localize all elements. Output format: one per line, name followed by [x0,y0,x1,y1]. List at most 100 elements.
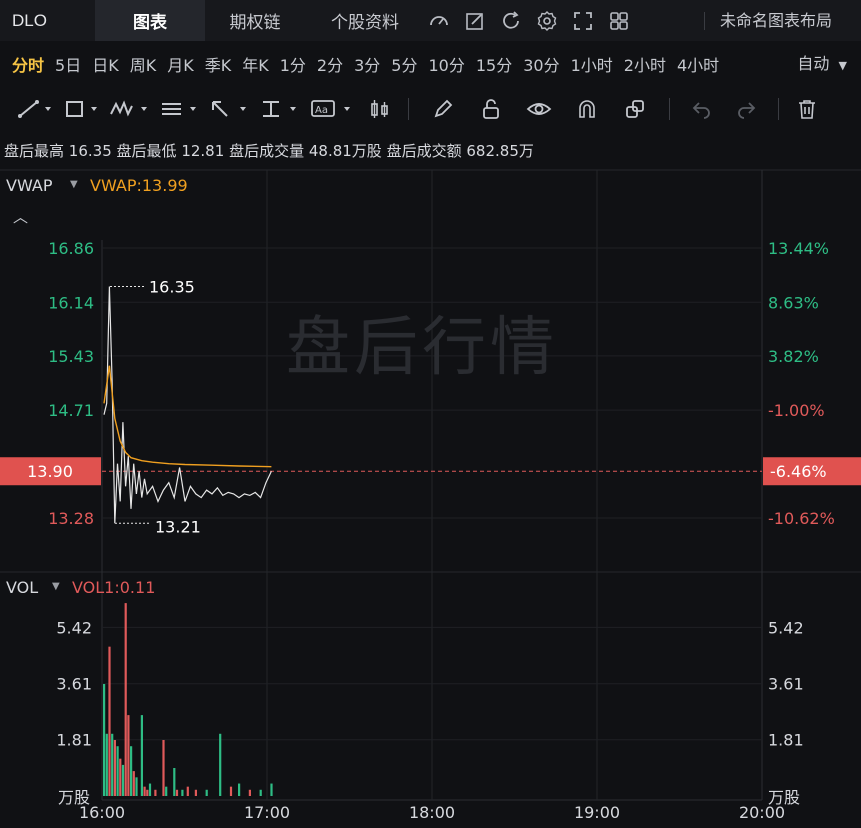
tab-stock-profile[interactable]: 个股资料 [305,0,425,41]
scale-mode-label: 自动 [797,54,830,73]
period-13[interactable]: 30分 [523,52,559,76]
low-label: 盘后最低 [116,142,177,160]
volume-bar-17 [154,789,157,796]
price-tick-left-2: 15.43 [48,347,94,366]
edit-icon[interactable] [457,0,493,41]
current-pct-badge [763,457,861,486]
volume-bar-14 [143,786,146,796]
price-indicator-name[interactable]: VWAP [6,176,52,195]
high-label: 盘后最高 [4,142,65,160]
stock-symbol[interactable]: DLO [0,11,95,31]
current-price-badge [0,457,101,486]
line-tool-icon[interactable] [14,89,60,129]
scale-mode-select[interactable]: 自动 ▼ [797,41,847,87]
volume-bar-29 [248,789,251,796]
volume-indicator-name[interactable]: VOL [6,578,38,597]
volume-bar-3 [111,733,114,796]
svg-text:Aa: Aa [315,105,328,116]
volume-bar-27 [229,786,233,796]
period-0[interactable]: 分时 [12,52,44,76]
price-tick-right-0: 13.44% [768,239,829,258]
volume-bar-7 [121,764,125,796]
vol-tick-right-2: 1.81 [768,731,804,750]
refresh-icon[interactable] [493,0,529,41]
volume-bar-19 [165,786,168,796]
wave-tool-icon[interactable] [106,89,156,129]
tab-options-chain[interactable]: 期权链 [205,0,305,41]
gauge-icon[interactable] [421,0,457,41]
volume-bar-24 [194,789,197,796]
collapse-panel-icon[interactable]: ︿ [13,206,28,227]
undo-icon[interactable] [680,89,724,129]
high-value: 16.35 [68,142,112,160]
volume-bar-2 [108,646,111,796]
fullscreen-icon[interactable] [565,0,601,41]
chevron-down-icon[interactable]: ▼ [52,581,60,592]
low-value: 12.81 [181,142,225,160]
volume-bar-5 [116,746,119,796]
period-5[interactable]: 季K [205,52,232,76]
candle-tool-icon[interactable] [362,89,398,129]
period-1[interactable]: 5日 [55,52,81,76]
volume-bar-23 [186,786,189,796]
after-hours-stats: 盘后最高 16.35 盘后最低 12.81 盘后成交量 48.81万股 盘后成交… [4,140,534,161]
current-price-text: 13.90 [27,462,73,481]
time-tick-0: 16:00 [79,803,125,822]
text-position-icon[interactable] [256,89,306,129]
clone-icon[interactable] [611,89,659,129]
price-tick-left-1: 16.14 [48,293,94,312]
drawing-toolbar: Aa [0,89,861,129]
text-annotation-icon[interactable]: Aa [306,89,362,129]
volume-bar-11 [132,771,135,796]
vol-unit-right: 万股 [768,788,800,807]
unlock-icon[interactable] [467,89,515,129]
pen-icon[interactable] [419,89,467,129]
vol-tick-left-0: 5.42 [56,618,92,637]
period-10[interactable]: 5分 [391,52,417,76]
period-6[interactable]: 年K [242,52,269,76]
period-7[interactable]: 1分 [280,52,306,76]
tab-chart[interactable]: 图表 [95,0,205,41]
period-12[interactable]: 15分 [476,52,512,76]
period-4[interactable]: 月K [167,52,194,76]
volume-bar-13 [140,715,143,796]
chevron-down-icon[interactable]: ▼ [70,179,78,190]
time-tick-3: 19:00 [574,803,620,822]
period-14[interactable]: 1小时 [571,52,613,76]
settings-icon[interactable] [529,0,565,41]
amount-value: 682.85万 [466,142,534,160]
arrow-tool-icon[interactable] [206,89,256,129]
period-3[interactable]: 周K [130,52,157,76]
period-bar: 分时 5日 日K 周K 月K 季K 年K 1分 2分 3分 5分 10分 15分 30分 1小时 2小时 4小时 [0,41,861,87]
volume-label: 盘后成交量 [229,142,305,160]
vol-value: VOL1:0.11 [72,578,156,597]
redo-icon[interactable] [724,89,768,129]
volume-bar-15 [146,789,149,796]
period-15[interactable]: 2小时 [624,52,666,76]
volume-bar-31 [270,783,273,796]
rect-tool-icon[interactable] [60,89,106,129]
watermark: 盘后行情 [286,311,558,385]
period-11[interactable]: 10分 [428,52,464,76]
period-8[interactable]: 2分 [317,52,343,76]
trash-icon[interactable] [789,89,825,129]
layout-grid-icon[interactable] [601,0,637,41]
vol-tick-right-0: 5.42 [768,618,804,637]
min-marker-label: 13.21 [155,517,201,536]
vol-unit-left: 万股 [58,788,90,807]
volume-bar-8 [124,603,127,796]
volume-bar-9 [127,715,130,796]
price-tick-left-3: 14.71 [48,401,94,420]
volume-bar-25 [205,789,208,796]
eye-icon[interactable] [515,89,563,129]
period-9[interactable]: 3分 [354,52,380,76]
magnet-icon[interactable] [563,89,611,129]
layout-name[interactable]: 未命名图表布局 [720,0,861,41]
vol-tick-left-2: 1.81 [56,731,92,750]
price-tick-right-2: 3.82% [768,347,819,366]
fib-tool-icon[interactable] [156,89,206,129]
time-tick-1: 17:00 [244,803,290,822]
period-2[interactable]: 日K [92,52,119,76]
volume-bar-16 [148,783,152,796]
period-16[interactable]: 4小时 [677,52,719,76]
